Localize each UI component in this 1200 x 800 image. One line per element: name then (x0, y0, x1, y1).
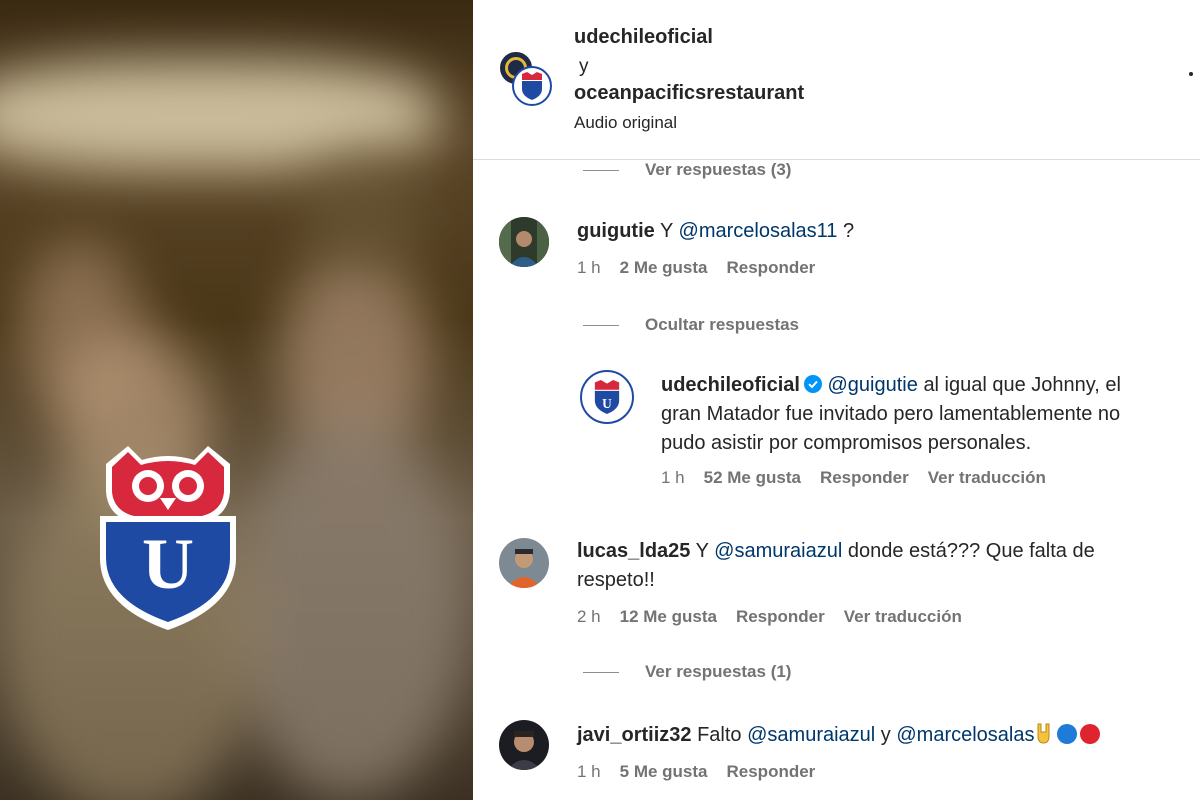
post-header: udechileoficial y oceanpacificsrestauran… (473, 0, 1200, 160)
red-circle-emoji (1080, 724, 1101, 744)
background-blur (300, 150, 430, 270)
avatar[interactable] (499, 217, 549, 267)
post-author-username[interactable]: udechileoficial (574, 26, 713, 49)
comment-body: donde está??? Que falta de (847, 540, 1095, 562)
comment-body: Y (695, 540, 709, 562)
reply-line (583, 325, 619, 326)
post-image[interactable]: U (0, 0, 473, 800)
reply-line (583, 672, 619, 673)
comment-body: Falto (697, 724, 742, 746)
reply-button[interactable]: Responder (727, 762, 816, 782)
view-replies-link[interactable]: Ver respuestas (3) (645, 160, 791, 180)
comment-body: respeto!! (577, 569, 655, 591)
avatar[interactable] (499, 538, 549, 588)
comment-body: ? (842, 220, 855, 242)
reply-button[interactable]: Responder (736, 607, 825, 627)
likes-count[interactable]: 12 Me gusta (620, 607, 717, 627)
comment-meta: 1 h 52 Me gusta Responder Ver traducción (661, 468, 1065, 488)
comment-time: 1 h (661, 468, 685, 487)
avatar[interactable] (499, 720, 549, 770)
comment-body: gran Matador fue invitado pero lamentabl… (661, 403, 1121, 425)
avatar[interactable]: U (580, 370, 634, 424)
mention-link[interactable]: @samuraiazul (747, 724, 875, 746)
svg-text:U: U (602, 396, 612, 411)
collab-connector: y (579, 56, 589, 77)
club-crest-logo: U (100, 446, 236, 630)
comment-text: lucas_lda25 Y @samuraiazul donde está???… (577, 537, 1137, 595)
reply-line (583, 170, 619, 171)
likes-count[interactable]: 52 Me gusta (704, 468, 801, 488)
comment-text: javi_ortiiz32 Falto @samuraiazul y @marc… (577, 721, 1187, 750)
translate-button[interactable]: Ver traducción (844, 607, 962, 627)
reply-button[interactable]: Responder (820, 468, 909, 488)
rock-hand-emoji (1037, 723, 1050, 744)
mention-link[interactable]: @marcelosalas11 (679, 220, 838, 242)
collab-avatars[interactable] (498, 50, 558, 110)
comment-username[interactable]: udechileoficial (661, 374, 800, 396)
comment-body: y (880, 724, 891, 746)
person-blur (230, 420, 470, 800)
more-icon[interactable] (1189, 72, 1193, 76)
verified-icon (803, 375, 822, 393)
blue-circle-emoji (1057, 724, 1078, 744)
comments-panel: udechileoficial y oceanpacificsrestauran… (473, 0, 1200, 800)
comment-username[interactable]: javi_ortiiz32 (577, 724, 692, 746)
translate-button[interactable]: Ver traducción (928, 468, 1046, 488)
mention-link[interactable]: @marcelosalas (896, 724, 1034, 746)
comment-time: 1 h (577, 762, 601, 781)
audio-label[interactable]: Audio original (574, 113, 677, 133)
hide-replies-link[interactable]: Ocultar respuestas (645, 315, 799, 335)
comment-text: guigutie Y @marcelosalas11 ? (577, 217, 854, 246)
comment-body: Y (659, 220, 673, 242)
avatar (512, 66, 552, 106)
crest-letter: U (142, 524, 194, 604)
comment-meta: 1 h 2 Me gusta Responder (577, 258, 834, 278)
comment-body: pudo asistir por compromisos personales. (661, 432, 1032, 454)
comment-username[interactable]: lucas_lda25 (577, 540, 690, 562)
mention-link[interactable]: @guigutie (828, 374, 918, 396)
likes-count[interactable]: 5 Me gusta (620, 762, 708, 782)
mention-link[interactable]: @samuraiazul (714, 540, 842, 562)
comment-meta: 2 h 12 Me gusta Responder Ver traducción (577, 607, 981, 627)
crest-icon: U (594, 380, 620, 414)
likes-count[interactable]: 2 Me gusta (620, 258, 708, 278)
comment-meta: 1 h 5 Me gusta Responder (577, 762, 834, 782)
comment-time: 2 h (577, 607, 601, 626)
reply-button[interactable]: Responder (727, 258, 816, 278)
crest-icon (522, 72, 542, 100)
comment-body: al igual que Johnny, el (923, 374, 1121, 396)
view-replies-link[interactable]: Ver respuestas (1) (645, 662, 791, 682)
collaborator-username[interactable]: oceanpacificsrestaurant (574, 82, 804, 105)
comment-text: udechileoficial @guigutie al igual que J… (661, 371, 1181, 458)
comment-username[interactable]: guigutie (577, 220, 655, 242)
comment-time: 1 h (577, 258, 601, 277)
